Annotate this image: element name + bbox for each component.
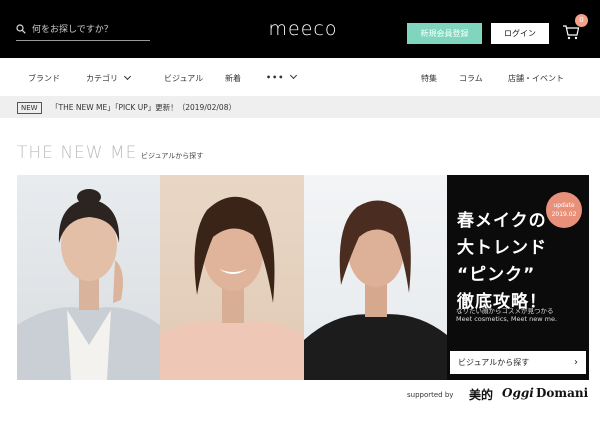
chevron-down-icon xyxy=(123,72,132,81)
nav-item-label: カテゴリ xyxy=(86,74,118,83)
section-subtitle: ビジュアルから探す xyxy=(141,152,204,160)
nav-item-label: コラム xyxy=(459,74,483,83)
nav-item-label: ビジュアル xyxy=(164,74,204,83)
promo-panel: update 2019.02 春メイクの 大トレンド “ピンク” 徹底攻略！ な… xyxy=(447,175,589,380)
promo-tagline-jp: なりたい顔からコスメが見つかる xyxy=(456,307,554,315)
search-input[interactable] xyxy=(32,22,150,38)
section-title: THE NEW ME xyxy=(17,143,138,163)
promo-headline: 春メイクの 大トレンド “ピンク” 徹底攻略！ xyxy=(457,208,587,316)
headline-line: “ピンク” xyxy=(457,265,536,285)
search-icon xyxy=(16,24,26,34)
nav-item-label: ブランド xyxy=(28,74,60,83)
nav-item-category[interactable]: カテゴリ xyxy=(86,72,132,84)
nav-item-label: 店舗・イベント xyxy=(508,74,564,83)
login-button[interactable]: ログイン xyxy=(491,23,549,44)
visual-search-button[interactable]: ビジュアルから探す › xyxy=(450,351,586,374)
cart-count-badge: 0 xyxy=(575,14,588,27)
new-badge: NEW xyxy=(17,102,42,114)
header-bar: meeco 新規会員登録 ログイン 0 xyxy=(0,0,600,58)
nav-item-new[interactable]: 新着 xyxy=(225,73,241,84)
sponsor-oggi-logo[interactable]: Oggi xyxy=(502,386,534,400)
nav-item-label: 特集 xyxy=(421,74,437,83)
headline-line: 大トレンド xyxy=(457,238,547,258)
nav-item-feature[interactable]: 特集 xyxy=(421,73,437,84)
supported-by-label: supported by xyxy=(407,391,454,399)
nav-item-visual[interactable]: ビジュアル xyxy=(164,73,203,84)
hero-banner[interactable]: update 2019.02 春メイクの 大トレンド “ピンク” 徹底攻略！ な… xyxy=(17,175,589,380)
ticker-link[interactable]: 「THE NEW ME」「PICK UP」更新！（2019/02/08） xyxy=(51,102,236,113)
sponsor-domani-logo[interactable]: Domani xyxy=(536,386,588,400)
site-logo[interactable]: meeco xyxy=(265,16,341,42)
headline-line: 春メイクの xyxy=(457,211,547,231)
sponsor-biteki-logo[interactable]: 美的 xyxy=(469,386,493,403)
promo-tagline-en: Meet cosmetics, Meet new me. xyxy=(456,315,558,323)
nav-item-more[interactable]: ••• xyxy=(266,71,298,82)
news-ticker: NEW 「THE NEW ME」「PICK UP」更新！（2019/02/08） xyxy=(0,96,600,118)
main-nav: ブランド カテゴリ ビジュアル 新着 ••• 特集 コラム 店舗・イベント xyxy=(0,58,600,96)
chevron-down-icon xyxy=(290,71,298,80)
chevron-right-icon: › xyxy=(574,357,578,368)
nav-item-label: 新着 xyxy=(225,74,241,83)
search-box[interactable] xyxy=(16,22,150,41)
nav-item-column[interactable]: コラム xyxy=(459,73,483,84)
nav-item-brand[interactable]: ブランド xyxy=(28,73,60,84)
nav-item-stores-events[interactable]: 店舗・イベント xyxy=(508,73,564,84)
register-button[interactable]: 新規会員登録 xyxy=(407,23,482,44)
model-photos-image xyxy=(17,175,447,380)
more-dots-icon: ••• xyxy=(266,73,285,82)
visual-search-label: ビジュアルから探す xyxy=(458,358,530,367)
